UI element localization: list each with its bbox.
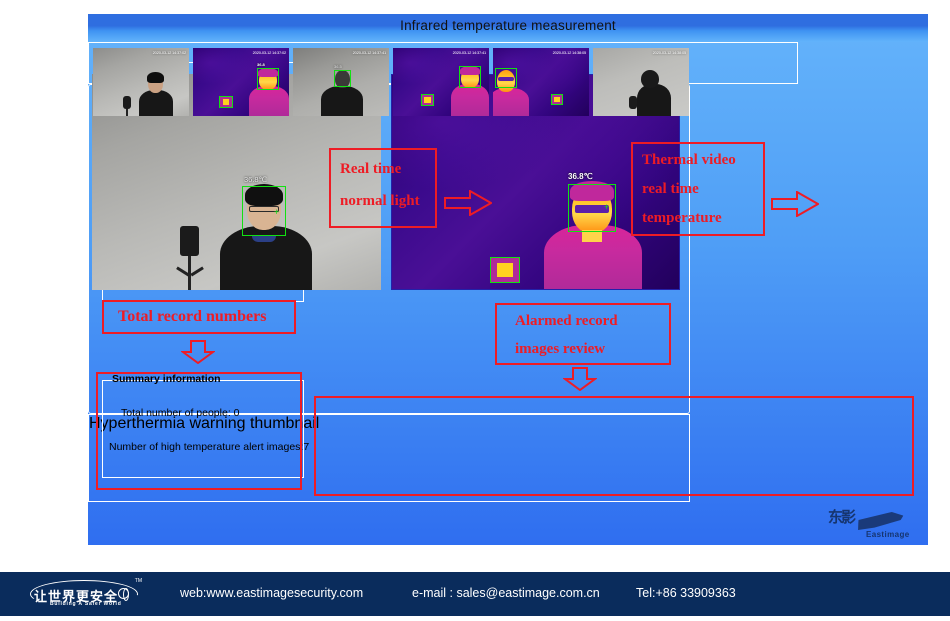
annotation-line: real time <box>642 181 699 197</box>
blackbody-core <box>554 96 560 103</box>
annotation-line: Thermal video <box>642 152 736 168</box>
person-collar <box>252 236 276 242</box>
blackbody-reference-box <box>490 257 520 283</box>
thumbnail-timestamp: 2020-03-12 14:37:41 <box>352 50 387 55</box>
thermal-person-body <box>451 84 489 116</box>
blackbody-core <box>497 263 513 277</box>
thumbnail-face-temperature: 36.5 <box>334 64 342 69</box>
thumbnail-item[interactable]: 2020-03-12 14:37:02 <box>93 48 189 116</box>
footer-email: e-mail : sales@eastimage.com.cn <box>412 586 600 600</box>
thumbnail-item[interactable]: 2020-03-12 14:37:41 36.5 <box>293 48 389 116</box>
blackbody-reference-box <box>421 94 434 106</box>
annotation-alarmed-record-images-review: Alarmed record images review <box>495 303 671 365</box>
thermal-person-body <box>493 88 529 116</box>
face-detection-box <box>242 186 286 236</box>
annotation-arrow-down-icon <box>181 340 215 364</box>
person-body <box>321 86 363 116</box>
thumbnail-timestamp: 2020-03-12 14:38:05 <box>552 50 587 55</box>
annotation-thumbnail-highlight <box>314 396 914 496</box>
annotation-real-time-normal-light: Real time normal light <box>329 148 437 228</box>
person-hair <box>147 72 164 83</box>
annotation-line: temperature <box>642 210 722 226</box>
video-face-temperature: 36.8℃ <box>244 175 268 184</box>
thumbnail-strip[interactable]: 2020-03-12 14:37:02 2020-03-12 14:37:02 … <box>93 48 689 116</box>
annotation-arrow-right-icon <box>771 191 819 217</box>
infrared-face-temperature: 36.8℃ <box>568 172 593 181</box>
annotation-line: Real time <box>340 161 402 177</box>
trademark-symbol: TM <box>134 578 142 584</box>
annotation-arrow-down-icon <box>563 367 597 391</box>
thumbnail-item[interactable]: 2020-03-12 14:38:05 <box>593 48 689 116</box>
thermal-face-detection-box <box>257 68 279 90</box>
thermal-face-detection-box <box>495 68 517 88</box>
annotation-thermal-video-real-time-temperature: Thermal video real time temperature <box>631 142 765 236</box>
thumbnail-face-temperature: 36.8 <box>257 62 265 67</box>
thumbnail-item[interactable]: 2020-03-12 14:37:02 36.8 <box>193 48 289 116</box>
blackbody-reference-box <box>551 94 563 105</box>
tripod-icon <box>123 96 131 109</box>
person-body <box>637 84 671 116</box>
annotation-line: Total record numbers <box>118 308 267 325</box>
eastimage-watermark-logo: 东影 Eastimage <box>824 504 916 548</box>
person-body <box>139 90 173 116</box>
window-title: Infrared temperature measurement <box>400 18 616 33</box>
watermark-brand-cn: 东影 <box>828 508 856 526</box>
tripod-icon <box>180 226 199 256</box>
measure-point-icon: + <box>274 207 280 217</box>
tripod-icon <box>629 96 637 109</box>
footer-bar: 让世界更安全 Building A Safer World TM web:www… <box>0 572 950 616</box>
thumbnail-timestamp: 2020-03-12 14:37:41 <box>452 50 487 55</box>
annotation-total-record-numbers: Total record numbers <box>102 300 296 334</box>
annotation-line: images review <box>515 341 606 357</box>
company-logo: 让世界更安全 Building A Safer World TM <box>30 578 142 610</box>
thumbnail-item[interactable]: 2020-03-12 14:38:05 <box>493 48 589 116</box>
thumbnail-item[interactable]: 2020-03-12 14:37:41 <box>393 48 489 116</box>
blackbody-core <box>222 99 230 105</box>
annotation-line: Alarmed record <box>515 313 618 329</box>
annotation-line: normal light <box>340 193 420 209</box>
watermark-brand-en: Eastimage <box>866 530 910 539</box>
footer-website: web:www.eastimagesecurity.com <box>180 586 364 600</box>
blackbody-core <box>424 97 431 103</box>
blackbody-reference-box <box>219 96 233 108</box>
title-bar: Infrared temperature measurement <box>88 14 928 42</box>
annotation-arrow-right-icon <box>444 190 492 216</box>
thumbnail-timestamp: 2020-03-12 14:37:02 <box>252 50 287 55</box>
logo-slogan-en: Building A Safer World <box>50 601 122 607</box>
person-head <box>641 70 659 88</box>
annotation-summary-highlight <box>96 372 302 490</box>
thermal-face-detection-box <box>459 66 481 88</box>
tripod-leg <box>126 109 128 116</box>
globe-icon <box>118 587 129 601</box>
footer-telephone: Tel:+86 33909363 <box>636 586 736 600</box>
swoosh-icon <box>856 512 904 532</box>
thermal-person-body <box>249 86 289 116</box>
thermal-measure-point-icon: + <box>604 202 610 212</box>
thumbnail-timestamp: 2020-03-12 14:37:02 <box>152 50 187 55</box>
face-detection-box <box>334 70 351 87</box>
thumbnail-timestamp: 2020-03-12 14:38:05 <box>652 50 687 55</box>
